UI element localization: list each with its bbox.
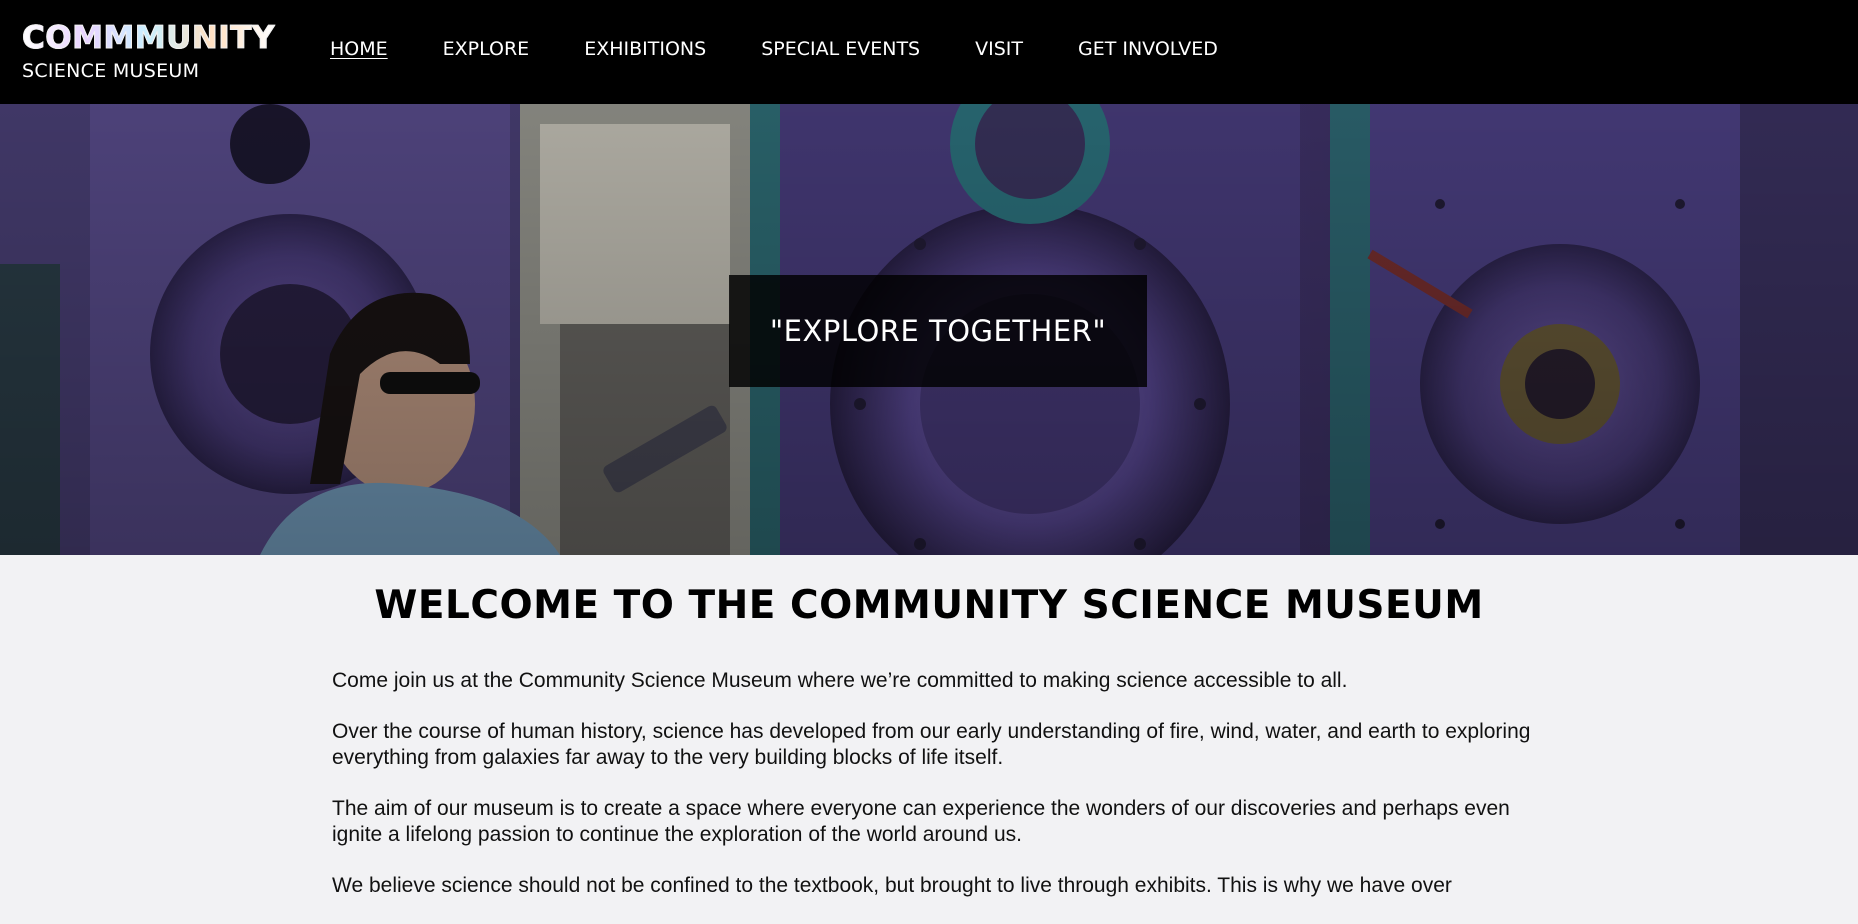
nav-explore[interactable]: EXPLORE: [443, 38, 530, 60]
paragraph: We believe science should not be confine…: [332, 874, 1452, 897]
nav-special-events[interactable]: SPECIAL EVENTS: [761, 38, 920, 60]
nav-get-involved[interactable]: GET INVOLVED: [1078, 38, 1218, 60]
nav-visit[interactable]: VISIT: [975, 38, 1023, 60]
main-content: WELCOME TO THE COMMUNITY SCIENCE MUSEUM …: [0, 555, 1858, 897]
page-title: WELCOME TO THE COMMUNITY SCIENCE MUSEUM: [374, 583, 1484, 628]
site-header: COMMMUNITY SCIENCE MUSEUM HOME EXPLORE E…: [0, 0, 1858, 104]
nav-home[interactable]: HOME: [330, 38, 388, 60]
paragraph: Over the course of human history, scienc…: [332, 720, 1531, 769]
logo-title: COMMMUNITY: [22, 20, 275, 57]
paragraph: The aim of our museum is to create a spa…: [332, 797, 1510, 846]
hero-quote: "EXPLORE TOGETHER": [729, 275, 1147, 387]
hero-banner: "EXPLORE TOGETHER": [0, 104, 1858, 555]
paragraph: Come join us at the Community Science Mu…: [332, 669, 1348, 692]
main-nav: HOME EXPLORE EXHIBITIONS SPECIAL EVENTS …: [330, 38, 1273, 60]
nav-exhibitions[interactable]: EXHIBITIONS: [584, 38, 706, 60]
logo-subtitle: SCIENCE MUSEUM: [22, 60, 200, 82]
site-logo[interactable]: COMMMUNITY SCIENCE MUSEUM: [22, 18, 275, 83]
